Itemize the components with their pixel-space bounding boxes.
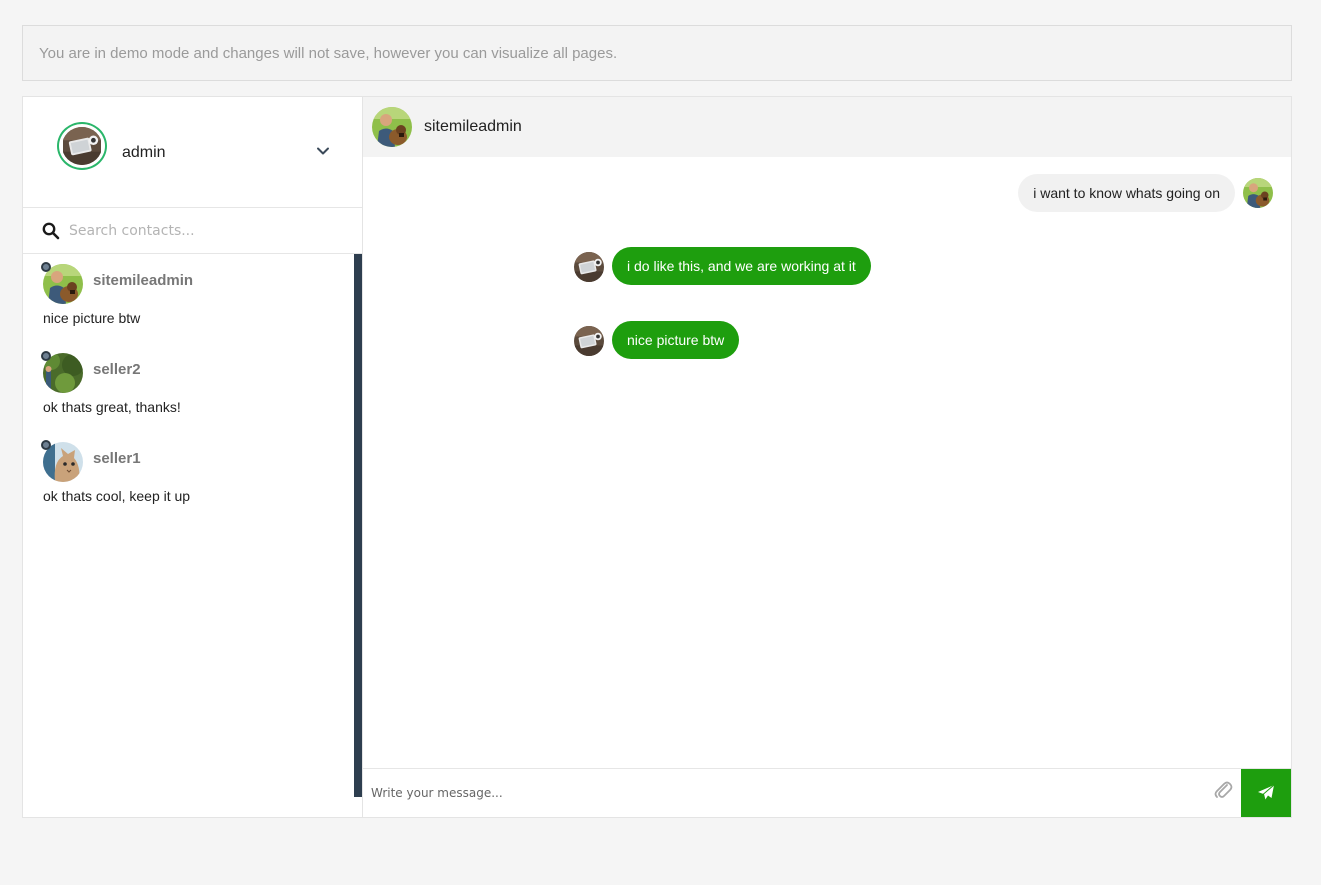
laptop-photo-avatar-icon <box>63 127 101 165</box>
chat-panel: admin sitemileadmin nice picture btw <box>22 96 1292 818</box>
current-user-name: admin <box>122 144 166 161</box>
laptop-photo-avatar-icon <box>574 326 604 356</box>
conversation-header: sitemileadmin <box>363 97 1291 157</box>
send-button[interactable] <box>1241 769 1291 817</box>
contact-name: sitemileadmin <box>93 272 194 289</box>
contacts-sidebar: admin sitemileadmin nice picture btw <box>23 97 363 817</box>
message-bubble-incoming: i do like this, and we are working at it <box>612 247 871 285</box>
current-user-header: admin <box>23 97 362 208</box>
chevron-down-icon[interactable] <box>315 143 331 159</box>
message-composer <box>363 768 1291 817</box>
contact-last-message: ok thats cool, keep it up <box>43 488 191 504</box>
paperclip-icon[interactable] <box>1213 779 1233 801</box>
contacts-scrollbar[interactable] <box>354 254 362 797</box>
man-with-dog-avatar-icon[interactable] <box>372 107 412 147</box>
message-input[interactable] <box>371 779 1201 807</box>
demo-mode-text: You are in demo mode and changes will no… <box>39 44 618 62</box>
contact-list: sitemileadmin nice picture btw seller2 o… <box>23 254 362 814</box>
paper-plane-icon <box>1258 784 1275 801</box>
contact-last-message: nice picture btw <box>43 310 141 326</box>
message-text: i want to know whats going on <box>1033 185 1220 201</box>
message-bubble-outgoing: i want to know whats going on <box>1018 174 1235 212</box>
status-dot-icon <box>41 262 51 272</box>
laptop-photo-avatar-icon <box>574 252 604 282</box>
contact-item-seller1[interactable]: seller1 ok thats cool, keep it up <box>23 432 353 518</box>
demo-mode-banner: You are in demo mode and changes will no… <box>22 25 1292 81</box>
man-with-dog-avatar-icon <box>1243 178 1273 208</box>
message-text: nice picture btw <box>627 332 725 348</box>
message-list[interactable]: i want to know whats going on i do like … <box>363 157 1291 769</box>
contact-name: seller2 <box>93 361 141 378</box>
contact-name: seller1 <box>93 450 141 467</box>
contact-item-seller2[interactable]: seller2 ok thats great, thanks! <box>23 343 353 429</box>
search-input[interactable] <box>69 218 349 244</box>
conversation-pane: sitemileadmin i want to know whats going… <box>363 97 1291 817</box>
status-dot-icon <box>41 440 51 450</box>
status-dot-icon <box>41 351 51 361</box>
search-icon <box>42 222 60 240</box>
message-bubble-incoming: nice picture btw <box>612 321 740 359</box>
contact-last-message: ok thats great, thanks! <box>43 399 181 415</box>
current-user-avatar[interactable] <box>57 122 107 170</box>
conversation-title: sitemileadmin <box>424 118 522 135</box>
message-text: i do like this, and we are working at it <box>627 258 856 274</box>
contact-search-bar <box>23 208 362 254</box>
contact-item-sitemileadmin[interactable]: sitemileadmin nice picture btw <box>23 254 353 340</box>
